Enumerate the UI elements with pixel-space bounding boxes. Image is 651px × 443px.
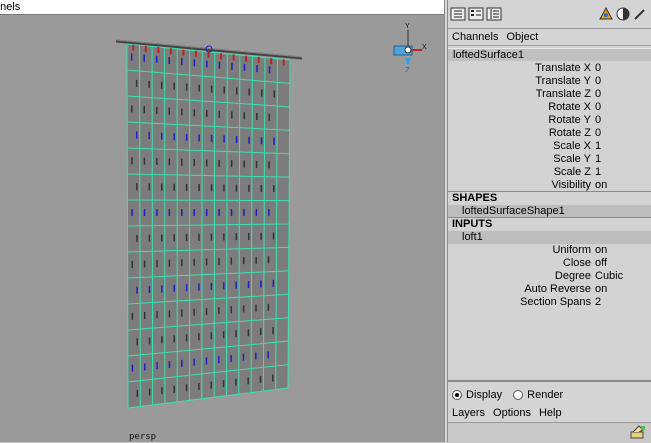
shapes-header: SHAPES	[448, 192, 651, 205]
input-attr-row[interactable]: Auto Reverse on	[448, 283, 651, 296]
attr-value[interactable]: 1	[595, 153, 601, 166]
attr-value[interactable]: 0	[595, 75, 601, 88]
attr-row[interactable]: Scale Y 1	[448, 153, 651, 166]
attr-value[interactable]: Cubic	[595, 270, 623, 283]
render-label[interactable]: Render	[527, 389, 563, 401]
attr-label: Uniform	[552, 244, 591, 257]
menu-help[interactable]: Help	[539, 407, 562, 419]
attr-label: Auto Reverse	[524, 283, 591, 296]
menu-options[interactable]: Options	[493, 407, 531, 419]
input-attr-row[interactable]: Section Spans 2	[448, 296, 651, 309]
attr-row[interactable]: Scale Z 1	[448, 166, 651, 179]
attr-row[interactable]: Translate X 0	[448, 62, 651, 75]
channel-box-list: loftedSurface1 Translate X 0 Translate Y 0…	[448, 46, 651, 379]
lofted-surface-mesh[interactable]	[0, 0, 444, 442]
attr-value[interactable]: on	[595, 283, 607, 296]
attr-row[interactable]: Rotate Y 0	[448, 114, 651, 127]
pin-icon[interactable]	[632, 6, 648, 22]
layer-editor-icon[interactable]	[486, 6, 502, 22]
channel-box-icon[interactable]	[450, 6, 466, 22]
gizmo-center	[405, 47, 411, 53]
gizmo-z-cone	[405, 58, 411, 66]
input-node[interactable]: loft1	[448, 231, 651, 244]
attr-label: Scale Z	[554, 166, 591, 179]
attr-value[interactable]: 2	[595, 296, 601, 309]
menu-channels[interactable]: Channels	[452, 31, 498, 43]
input-attr-row[interactable]: Uniform on	[448, 244, 651, 257]
attr-label: Section Spans	[520, 296, 591, 309]
attr-value[interactable]: 0	[595, 62, 601, 75]
attr-value[interactable]: 0	[595, 127, 601, 140]
attr-row[interactable]: Translate Y 0	[448, 75, 651, 88]
attribute-editor-icon[interactable]	[468, 6, 484, 22]
channel-box-toolbar	[448, 0, 651, 29]
attr-label: Degree	[555, 270, 591, 283]
attr-label: Translate Z	[536, 88, 591, 101]
layer-menu-bar: Layers Options Help	[452, 406, 570, 420]
perspective-viewport[interactable]: nnels Y X Z persp	[0, 0, 444, 442]
new-layer-icon[interactable]	[629, 424, 647, 440]
attr-row[interactable]: Scale X 1	[448, 140, 651, 153]
attr-label: Translate X	[535, 62, 591, 75]
layer-mode-radios: Display Render	[452, 388, 563, 402]
attr-value[interactable]: 0	[595, 101, 601, 114]
menu-object[interactable]: Object	[506, 31, 538, 43]
input-attr-row[interactable]: Close off	[448, 257, 651, 270]
attr-value[interactable]: 0	[595, 88, 601, 101]
attr-row[interactable]: Rotate Z 0	[448, 127, 651, 140]
gizmo-x-label: X	[422, 44, 427, 51]
mesh-row-line	[127, 200, 289, 201]
attr-label: Scale X	[553, 140, 591, 153]
attr-row[interactable]: Rotate X 0	[448, 101, 651, 114]
attr-label: Scale Y	[553, 153, 591, 166]
render-radio[interactable]	[513, 390, 523, 400]
camera-label: persp	[129, 432, 156, 442]
object-name[interactable]: loftedSurface1	[448, 48, 651, 61]
attr-label: Close	[563, 257, 591, 270]
attr-value[interactable]: 1	[595, 166, 601, 179]
channel-box-menu: Channels Object	[448, 29, 651, 46]
attr-label: Translate Y	[535, 75, 591, 88]
input-attr-row[interactable]: Degree Cubic	[448, 270, 651, 283]
inputs-header: INPUTS	[448, 218, 651, 231]
attr-label: Rotate X	[548, 101, 591, 114]
view-cube-gizmo[interactable]: Y X Z	[388, 22, 428, 72]
gizmo-y-label: Y	[405, 23, 410, 30]
attr-row[interactable]: Translate Z 0	[448, 88, 651, 101]
attr-label: Rotate Y	[548, 114, 591, 127]
channel-box-panel: Channels Object loftedSurface1 Translate …	[448, 0, 651, 442]
render-icon[interactable]	[615, 6, 631, 22]
attr-value[interactable]: off	[595, 257, 607, 270]
layer-list[interactable]	[448, 422, 651, 443]
attr-label: Rotate Z	[549, 127, 591, 140]
display-label[interactable]: Display	[466, 389, 502, 401]
display-radio[interactable]	[452, 390, 462, 400]
layer-editor: Display Render Layers Options Help	[448, 380, 651, 442]
tool-settings-icon[interactable]	[598, 6, 614, 22]
attr-value[interactable]: 0	[595, 114, 601, 127]
menu-layers[interactable]: Layers	[452, 407, 485, 419]
attr-value[interactable]: 1	[595, 140, 601, 153]
attr-value[interactable]: on	[595, 244, 607, 257]
gizmo-z-label: Z	[405, 66, 410, 72]
